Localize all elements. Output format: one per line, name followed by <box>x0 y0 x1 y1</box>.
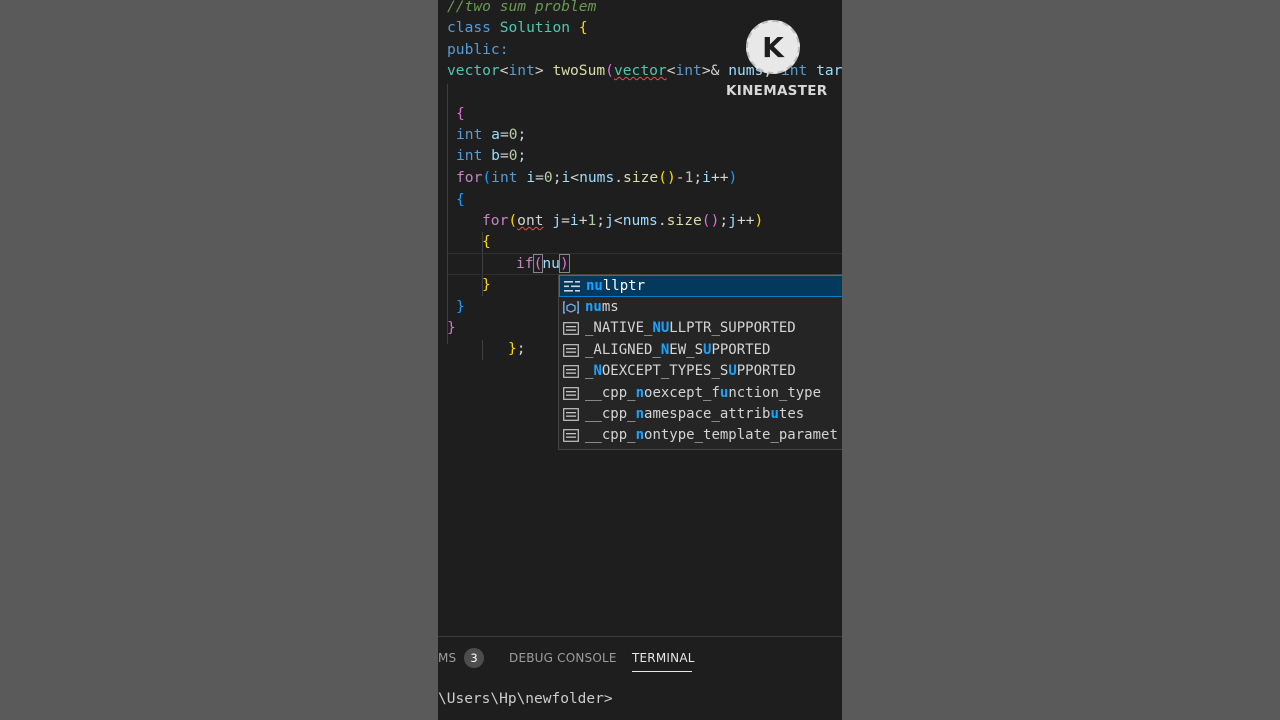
bottom-panel: MS 3 DEBUG CONSOLE TERMINAL \Users\Hp\ne… <box>438 636 842 720</box>
code-line-2: class Solution { <box>447 19 588 36</box>
left-blur-panel <box>0 0 438 720</box>
suggestion-label: _ALIGNED_NEW_SUPPORTED <box>585 341 771 358</box>
suggestion-item[interactable]: nullptr <box>559 275 842 297</box>
code-line-13[interactable]: if(nu) <box>516 253 570 274</box>
kinemaster-logo: K <box>746 20 800 74</box>
code-line-8: int b=0; <box>456 147 527 164</box>
tab-debug-console[interactable]: DEBUG CONSOLE <box>509 651 617 665</box>
autocomplete-suggestions[interactable]: nullptr nums _NATIVE_NULLPTR_SUPPORTED _ALI… <box>558 274 842 450</box>
code-line-10: { <box>456 191 465 208</box>
suggestion-item[interactable]: __cpp_nontype_template_paramet <box>559 425 842 446</box>
keyword-icon <box>564 281 580 292</box>
code-line-17: }; <box>508 340 526 357</box>
code-line-16: } <box>447 319 456 336</box>
code-line-12: { <box>482 233 491 250</box>
text-icon <box>563 408 579 421</box>
indent-guide <box>482 340 483 360</box>
code-line-3: public: <box>447 41 509 58</box>
suggestion-item[interactable]: __cpp_noexcept_function_type <box>559 383 842 404</box>
code-line-6: { <box>456 105 465 122</box>
right-blur-panel <box>842 0 1280 720</box>
suggestion-item[interactable]: __cpp_namespace_attributes <box>559 404 842 425</box>
code-line-11: for(ont j=i+1;j<nums.size();j++) <box>482 212 764 229</box>
problems-count-badge: 3 <box>464 648 484 668</box>
suggestion-item[interactable]: _NATIVE_NULLPTR_SUPPORTED <box>559 318 842 339</box>
code-line-15: } <box>456 298 465 315</box>
suggestion-item[interactable]: _ALIGNED_NEW_SUPPORTED <box>559 340 842 361</box>
text-icon <box>563 365 579 379</box>
current-line-highlight <box>446 253 842 275</box>
variable-icon <box>563 301 579 314</box>
kinemaster-watermark: KINEMASTER <box>726 83 828 99</box>
suggestion-label: __cpp_namespace_attributes <box>585 405 805 422</box>
code-line-14: } <box>482 276 491 293</box>
terminal-prompt[interactable]: \Users\Hp\newfolder> <box>438 691 613 707</box>
code-line-7: int a=0; <box>456 126 527 143</box>
suggestion-label: nums <box>585 299 619 315</box>
suggestion-label: _NOEXCEPT_TYPES_SUPPORTED <box>585 363 796 380</box>
tab-terminal[interactable]: TERMINAL <box>632 651 695 665</box>
code-editor[interactable]: //two sum problem class Solution { publi… <box>438 0 842 636</box>
indent-guide <box>447 84 448 344</box>
suggestion-label: __cpp_noexcept_function_type <box>585 384 822 401</box>
text-icon <box>563 429 579 443</box>
suggestion-item[interactable]: nums <box>559 297 842 318</box>
text-icon <box>563 386 579 400</box>
text-icon <box>563 322 579 336</box>
vscode-window: //two sum problem class Solution { publi… <box>438 0 842 720</box>
suggestion-label: _NATIVE_NULLPTR_SUPPORTED <box>585 320 796 337</box>
suggestion-label: nullptr <box>586 278 646 294</box>
active-tab-indicator <box>632 671 692 672</box>
text-icon <box>563 343 579 357</box>
code-line-1: //two sum problem <box>447 0 597 15</box>
suggestion-label: __cpp_nontype_template_paramet <box>585 427 838 444</box>
code-line-9: for(int i=0;i<nums.size()-1;i++) <box>456 169 738 186</box>
tab-problems[interactable]: MS <box>438 651 456 665</box>
suggestion-item[interactable]: _NOEXCEPT_TYPES_SUPPORTED <box>559 361 842 382</box>
